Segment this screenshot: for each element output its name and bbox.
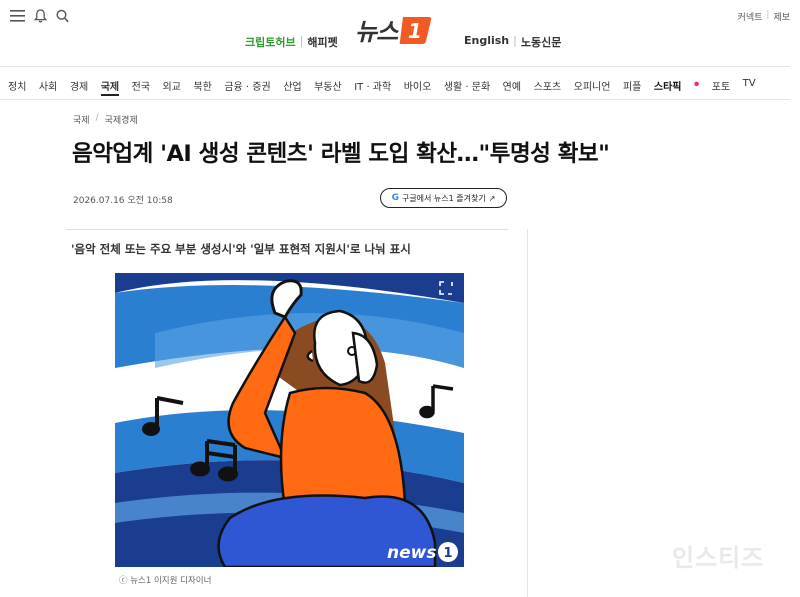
- nav-item-photo[interactable]: 포토: [712, 78, 730, 96]
- main-nav: 정치 사회 경제 국제 전국 외교 북한 금융 · 증권 산업 부동산 IT ·…: [8, 78, 768, 96]
- promo-links-right: English | 노동신문: [464, 34, 561, 50]
- search-icon[interactable]: [56, 9, 69, 23]
- illustration: news 1: [115, 273, 464, 567]
- expand-icon: [436, 278, 456, 298]
- breadcrumb-section[interactable]: 국제: [73, 113, 90, 126]
- promo-separator: |: [299, 34, 304, 47]
- english-link[interactable]: English: [464, 34, 509, 50]
- article-divider: [66, 229, 508, 230]
- nav-item-diplomacy[interactable]: 외교: [163, 78, 181, 96]
- nk-news-link[interactable]: 노동신문: [521, 34, 561, 50]
- nav-item-economy[interactable]: 경제: [70, 78, 88, 96]
- image-caption: ⓒ 뉴스1 이지원 디자이너: [119, 576, 212, 586]
- image-badge-number: 1: [443, 546, 452, 561]
- nav-item-life-culture[interactable]: 생활 · 문화: [444, 78, 490, 96]
- connect-link[interactable]: 커넥트: [738, 10, 763, 23]
- breadcrumb-subsection[interactable]: 국제경제: [105, 113, 138, 126]
- nav-item-north-korea[interactable]: 북한: [193, 78, 211, 96]
- arrow-up-right-icon: ↗: [488, 193, 496, 203]
- google-button-label: 구글에서 뉴스1 즐겨찾기: [401, 193, 486, 203]
- top-bar: 뉴스 1 크립토허브 | 해피펫 English | 노동신문 커넥트 | 제보: [0, 0, 800, 62]
- column-rule: [527, 229, 528, 597]
- nav-item-politics[interactable]: 정치: [8, 78, 26, 96]
- menu-icon[interactable]: [10, 9, 25, 23]
- nav-item-it-science[interactable]: IT · 과학: [354, 78, 391, 96]
- report-link[interactable]: 제보: [773, 10, 790, 23]
- header-divider: [0, 66, 790, 67]
- nav-item-opinion[interactable]: 오피니언: [574, 78, 611, 96]
- nav-item-society[interactable]: 사회: [39, 78, 57, 96]
- article-subhead: '음악 전체 또는 주요 부분 생성시'와 '일부 표현적 지원시'로 나눠 표…: [71, 242, 411, 256]
- breadcrumb-separator: /: [95, 113, 99, 123]
- nav-item-bio[interactable]: 바이오: [404, 78, 432, 96]
- nav-item-international[interactable]: 국제: [100, 78, 120, 96]
- site-logo[interactable]: 뉴스 1: [355, 12, 433, 47]
- image-badge-text: news: [387, 543, 436, 563]
- utility-links: 커넥트 | 제보: [738, 10, 790, 23]
- svg-text:1: 1: [408, 19, 422, 43]
- promo-crypto-link[interactable]: 크립토허브: [245, 34, 296, 50]
- nav-item-industry[interactable]: 산업: [283, 78, 301, 96]
- top-icons: [10, 9, 69, 23]
- nav-item-sports[interactable]: 스포츠: [534, 78, 562, 96]
- nav-item-national[interactable]: 전국: [132, 78, 150, 96]
- promo-links-left: 크립토허브 | 해피펫: [245, 34, 338, 50]
- util-separator: |: [766, 10, 770, 20]
- google-icon: G: [391, 193, 399, 203]
- breadcrumb: 국제 / 국제경제: [73, 113, 138, 126]
- starpick-dot-icon: ●: [694, 80, 700, 88]
- promo-pet-link[interactable]: 해피펫: [307, 34, 337, 50]
- nav-item-real-estate[interactable]: 부동산: [314, 78, 342, 96]
- logo-text: 뉴스: [355, 18, 398, 46]
- watermark: 인스티즈: [672, 544, 765, 572]
- google-favorite-button[interactable]: G 구글에서 뉴스1 즐겨찾기 ↗: [380, 188, 507, 208]
- article-dateline: 2026.07.16 오전 10:58: [73, 196, 173, 206]
- nav-item-finance[interactable]: 금융 · 증권: [224, 78, 270, 96]
- article-headline: 음악업계 'AI 생성 콘텐츠' 라벨 도입 확산…"투명성 확보": [72, 141, 610, 167]
- nav-item-tv[interactable]: TV: [743, 78, 756, 96]
- nav-item-starpick-label: 스타픽: [653, 82, 682, 93]
- nav-item-entertainment[interactable]: 연예: [503, 78, 521, 96]
- logo-badge-icon: 1: [399, 16, 432, 44]
- nav-item-starpick[interactable]: 스타픽 ●: [654, 78, 699, 96]
- nav-divider: [0, 99, 790, 100]
- nav-item-people[interactable]: 피플: [623, 78, 641, 96]
- article-image[interactable]: news 1: [115, 273, 464, 567]
- promo-separator: |: [513, 34, 517, 47]
- bell-icon[interactable]: [34, 9, 47, 23]
